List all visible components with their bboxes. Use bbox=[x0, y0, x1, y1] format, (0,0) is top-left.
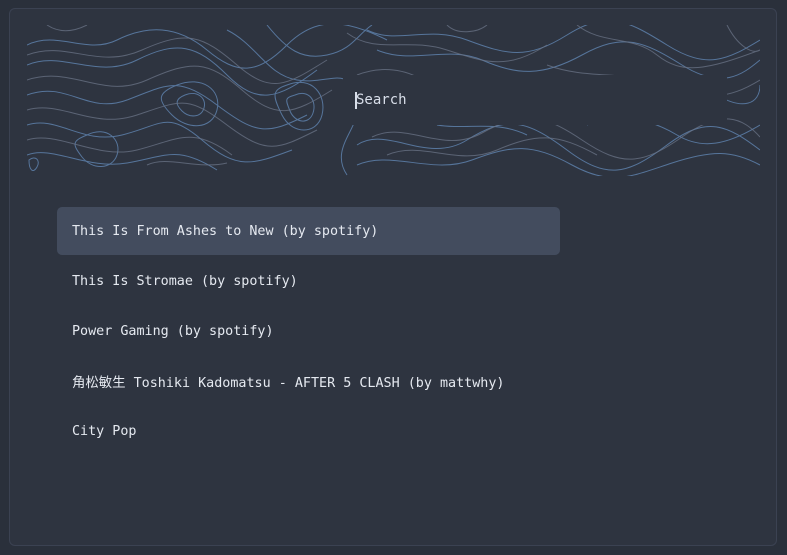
list-item[interactable]: Power Gaming (by spotify) bbox=[57, 307, 560, 355]
search-box[interactable] bbox=[343, 75, 727, 125]
list-item[interactable]: City Pop bbox=[57, 407, 560, 455]
search-input[interactable] bbox=[356, 90, 716, 110]
launcher-window: This Is From Ashes to New (by spotify) T… bbox=[9, 8, 777, 546]
list-item-selected[interactable]: This Is From Ashes to New (by spotify) bbox=[57, 207, 560, 255]
list-item-label: City Pop bbox=[72, 423, 137, 439]
topographic-banner bbox=[27, 25, 760, 176]
list-item-label: This Is Stromae (by spotify) bbox=[72, 273, 298, 289]
list-item[interactable]: 角松敏生 Toshiki Kadomatsu - AFTER 5 CLASH (… bbox=[57, 357, 560, 405]
list-item-label: 角松敏生 Toshiki Kadomatsu - AFTER 5 CLASH (… bbox=[72, 376, 505, 391]
list-item-label: This Is From Ashes to New (by spotify) bbox=[72, 223, 379, 239]
list-item[interactable]: This Is Stromae (by spotify) bbox=[57, 257, 560, 305]
list-item-label: Power Gaming (by spotify) bbox=[72, 323, 274, 339]
playlist-list: This Is From Ashes to New (by spotify) T… bbox=[57, 207, 560, 457]
